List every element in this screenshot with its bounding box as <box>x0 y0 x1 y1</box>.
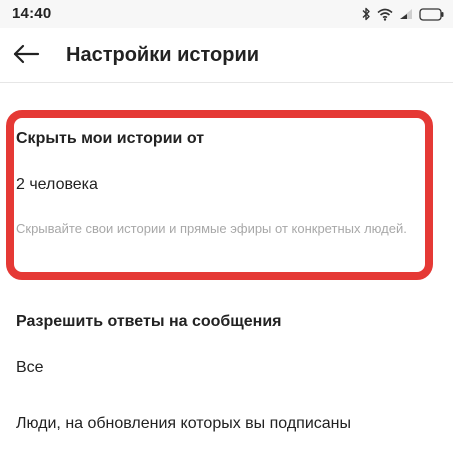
hide-story-value[interactable]: 2 человека <box>16 176 98 194</box>
arrow-left-icon <box>12 44 40 69</box>
back-button[interactable] <box>4 34 48 78</box>
header: Настройки истории <box>0 28 453 83</box>
wifi-icon <box>377 8 393 21</box>
replies-option-following[interactable]: Люди, на обновления которых вы подписаны <box>16 415 351 433</box>
hide-story-title: Скрыть мои истории от <box>16 130 205 147</box>
signal-icon <box>399 8 413 20</box>
story-settings-screen: 14:40 Настройки истории Скрыть мои истор… <box>0 0 453 451</box>
status-time: 14:40 <box>12 5 52 22</box>
status-bar: 14:40 <box>0 0 453 28</box>
replies-title: Разрешить ответы на сообщения <box>16 313 282 330</box>
hide-story-description: Скрывайте свои истории и прямые эфиры от… <box>16 221 407 236</box>
page-title: Настройки истории <box>66 44 260 66</box>
bluetooth-icon <box>361 7 371 21</box>
status-icons <box>361 6 445 22</box>
replies-option-everyone[interactable]: Все <box>16 359 44 377</box>
battery-icon <box>419 7 445 21</box>
